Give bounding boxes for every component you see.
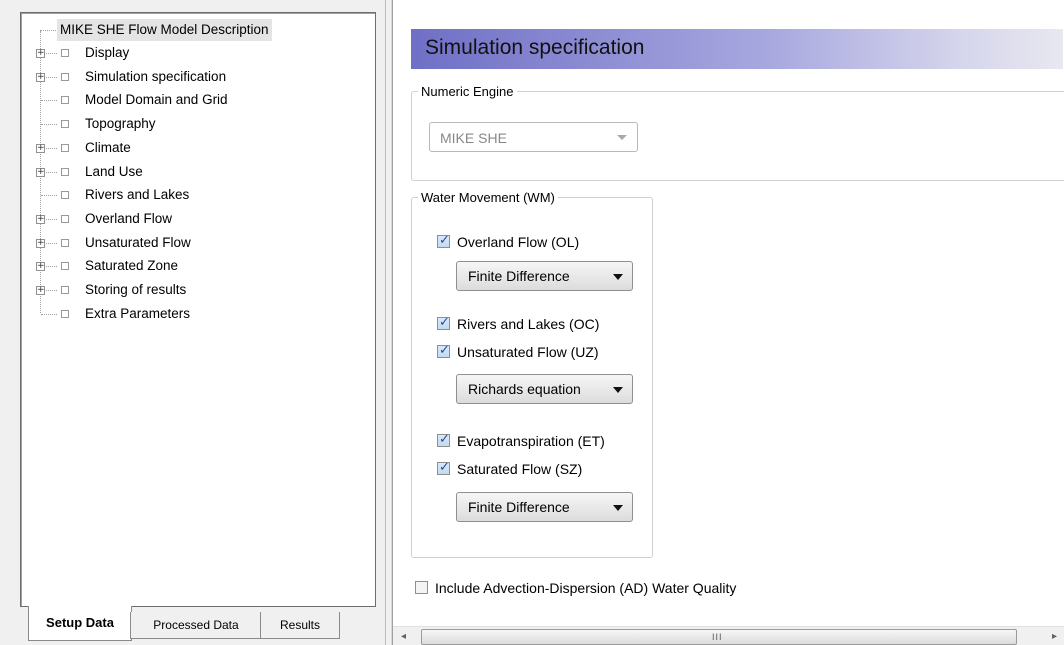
expand-plus-icon[interactable]: +	[36, 262, 45, 272]
overland-flow-method-value: Finite Difference	[468, 268, 570, 284]
tree-item-label: Simulation specification	[85, 68, 227, 84]
checkmark-icon: ✓	[439, 432, 450, 447]
tree-item-label: Rivers and Lakes	[85, 187, 190, 203]
scrollbar-grip: III	[712, 632, 723, 642]
scrollbar-thumb[interactable]: III	[421, 629, 1017, 645]
node-icon	[61, 238, 69, 247]
overland-flow-method-dropdown[interactable]: Finite Difference	[456, 261, 633, 291]
chevron-down-icon	[613, 387, 623, 393]
numeric-engine-select[interactable]: MIKE SHE	[429, 122, 638, 152]
tree-connector	[41, 100, 57, 102]
checkmark-icon: ✓	[439, 343, 450, 358]
panel-splitter[interactable]	[385, 0, 392, 645]
tree-item[interactable]: Model Domain and Grid	[21, 89, 351, 111]
tree-item-label: Model Domain and Grid	[85, 92, 228, 108]
tree-item[interactable]: + Storing of results	[21, 279, 351, 301]
evapotranspiration-label: Evapotranspiration (ET)	[457, 433, 605, 449]
expand-plus-icon[interactable]: +	[36, 49, 45, 58]
checkmark-icon: ✓	[439, 233, 450, 248]
tree-item[interactable]: + Climate	[21, 137, 351, 159]
overland-flow-label: Overland Flow (OL)	[457, 234, 580, 250]
left-panel: MIKE SHE Flow Model Description + Display…	[0, 0, 385, 645]
expand-plus-icon[interactable]: +	[36, 238, 45, 248]
node-icon	[61, 214, 69, 223]
tree-item-label: Climate	[85, 139, 131, 155]
unsaturated-flow-method-value: Richards equation	[468, 381, 581, 397]
tree-item[interactable]: Topography	[21, 113, 351, 135]
model-tree[interactable]: MIKE SHE Flow Model Description + Display…	[20, 12, 376, 607]
checkmark-icon: ✓	[439, 460, 450, 475]
tree-item-label: Unsaturated Flow	[85, 234, 191, 250]
checkbox-icon[interactable]: ✓	[437, 432, 450, 447]
saturated-flow-method-dropdown[interactable]: Finite Difference	[456, 492, 633, 522]
tree-item[interactable]: + Land Use	[21, 161, 351, 183]
tree-root-label: MIKE SHE Flow Model Description	[57, 19, 272, 41]
tree-item-label: Display	[85, 45, 130, 60]
section-header: Simulation specification	[411, 29, 1063, 69]
chevron-down-icon	[613, 505, 623, 511]
checkbox-icon[interactable]	[415, 581, 428, 594]
rivers-lakes-label: Rivers and Lakes (OC)	[457, 316, 600, 332]
expand-plus-icon[interactable]: +	[36, 72, 45, 82]
node-icon	[61, 262, 69, 271]
tree-connector	[41, 313, 57, 315]
tree-item[interactable]: Rivers and Lakes	[21, 184, 351, 206]
scroll-right-arrow-icon[interactable]: ▸	[1046, 627, 1063, 645]
node-icon	[61, 96, 69, 105]
tree-item-label: Saturated Zone	[85, 258, 179, 274]
tree-item-label: Overland Flow	[85, 210, 173, 226]
node-icon	[61, 49, 69, 57]
water-quality-label: Include Advection-Dispersion (AD) Water …	[435, 580, 737, 596]
tree-item-label: Extra Parameters	[85, 305, 191, 321]
expand-plus-icon[interactable]: +	[36, 167, 45, 177]
unsaturated-flow-method-dropdown[interactable]: Richards equation	[456, 374, 633, 404]
chevron-down-icon	[617, 135, 627, 140]
horizontal-scrollbar[interactable]: ◂ III ▸	[393, 626, 1064, 645]
tree-connector	[41, 195, 57, 197]
unsaturated-flow-label: Unsaturated Flow (UZ)	[457, 344, 599, 360]
tree-item[interactable]: + Overland Flow	[21, 208, 351, 230]
tree-item-label: Topography	[85, 116, 156, 132]
checkbox-icon[interactable]: ✓	[437, 343, 450, 358]
tree-item[interactable]: + Display	[21, 42, 351, 64]
tree-item[interactable]: + Saturated Zone	[21, 255, 351, 277]
node-icon	[61, 120, 69, 129]
node-icon	[61, 286, 69, 294]
tree-connector	[40, 30, 56, 31]
numeric-engine-value: MIKE SHE	[440, 130, 507, 146]
tree-connector	[41, 124, 57, 126]
tree-item[interactable]: + Simulation specification	[21, 66, 351, 88]
tab-strip: Setup Data Processed Data Results	[20, 606, 380, 645]
tree-item-label: Storing of results	[85, 282, 187, 297]
node-icon	[61, 167, 69, 176]
checkmark-icon: ✓	[439, 315, 450, 330]
saturated-flow-method-value: Finite Difference	[468, 499, 570, 515]
tree-item[interactable]: + Unsaturated Flow	[21, 232, 351, 254]
tab-results[interactable]: Results	[260, 612, 340, 639]
tree-item-label: Land Use	[85, 163, 143, 179]
numeric-engine-legend: Numeric Engine	[421, 84, 514, 99]
checkbox-icon[interactable]: ✓	[437, 233, 450, 248]
node-icon	[61, 191, 69, 200]
node-icon	[61, 72, 69, 81]
saturated-flow-label: Saturated Flow (SZ)	[457, 461, 583, 477]
tree-root[interactable]: MIKE SHE Flow Model Description	[21, 19, 351, 41]
tree-item[interactable]: Extra Parameters	[21, 303, 351, 325]
water-movement-legend: Water Movement (WM)	[421, 190, 555, 205]
expand-plus-icon[interactable]: +	[36, 143, 45, 153]
right-panel: Simulation specification Numeric Engine …	[392, 0, 1064, 645]
tab-setup-data[interactable]: Setup Data	[28, 606, 132, 641]
checkbox-icon[interactable]: ✓	[437, 315, 450, 330]
node-icon	[61, 309, 69, 318]
node-icon	[61, 143, 69, 152]
chevron-down-icon	[613, 274, 623, 280]
expand-plus-icon[interactable]: +	[36, 214, 45, 224]
tab-processed-data[interactable]: Processed Data	[130, 612, 262, 639]
checkbox-icon[interactable]: ✓	[437, 460, 450, 475]
scroll-left-arrow-icon[interactable]: ◂	[395, 627, 412, 645]
expand-plus-icon[interactable]: +	[36, 286, 45, 295]
